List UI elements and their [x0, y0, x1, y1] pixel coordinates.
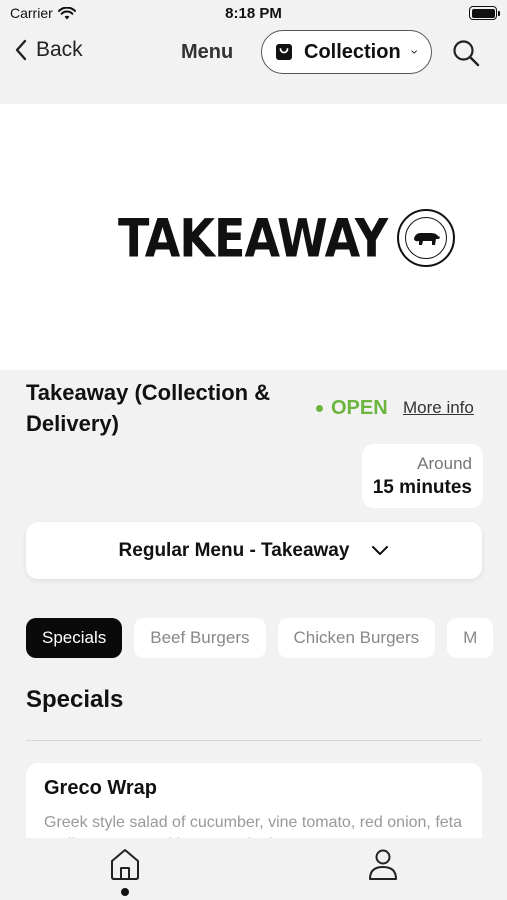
account-icon: [369, 849, 397, 880]
chevron-down-icon: [411, 50, 417, 54]
venue-name: Takeaway (Collection & Delivery): [26, 380, 271, 436]
page-title: Menu: [181, 41, 234, 63]
navigation-bar: Back Menu Collection: [0, 28, 507, 78]
chevron-left-icon: [15, 39, 27, 61]
bear-seal-icon: [397, 209, 456, 267]
eta-value: 15 minutes: [372, 477, 472, 498]
shopping-bag-icon: [274, 42, 294, 62]
back-label: Back: [36, 38, 83, 61]
chevron-down-icon: [372, 546, 389, 555]
venue-banner: TAKEAWAY: [0, 104, 507, 370]
menu-selector[interactable]: Regular Menu - Takeaway: [26, 522, 482, 579]
status-dot-icon: [316, 405, 323, 412]
menu-item-name: Greco Wrap: [44, 777, 157, 799]
category-tab-more[interactable]: M: [447, 618, 494, 658]
search-button[interactable]: [451, 38, 481, 68]
eta-card: Around 15 minutes: [362, 444, 483, 508]
tab-home[interactable]: [107, 846, 143, 882]
section-divider: [26, 740, 482, 741]
open-status-badge: OPEN: [316, 397, 388, 420]
more-info-link[interactable]: More info: [403, 398, 474, 418]
tab-bar: [0, 838, 507, 900]
active-tab-indicator: [121, 888, 129, 896]
clock: 8:18 PM: [225, 5, 282, 22]
search-icon: [453, 40, 480, 67]
status-bar: Carrier 8:18 PM: [0, 0, 507, 28]
logo-wordmark: TAKEAWAY: [118, 206, 388, 270]
order-mode-label: Collection: [304, 40, 401, 63]
home-icon: [111, 849, 139, 880]
section-title: Specials: [26, 686, 124, 713]
venue-logo: TAKEAWAY: [118, 206, 456, 270]
order-mode-dropdown[interactable]: Collection: [261, 30, 432, 74]
category-tab-beef-burgers[interactable]: Beef Burgers: [134, 618, 266, 658]
category-tab-chicken-burgers[interactable]: Chicken Burgers: [277, 618, 436, 658]
menu-selector-label: Regular Menu - Takeaway: [118, 539, 350, 561]
open-status-label: OPEN: [331, 397, 388, 419]
back-button[interactable]: Back: [14, 38, 83, 62]
tab-account[interactable]: [365, 846, 401, 882]
category-tab-specials[interactable]: Specials: [26, 618, 123, 658]
eta-prefix: Around: [417, 454, 472, 473]
category-tabs: Specials Beef Burgers Chicken Burgers M: [26, 618, 507, 659]
battery-icon: [469, 6, 500, 20]
